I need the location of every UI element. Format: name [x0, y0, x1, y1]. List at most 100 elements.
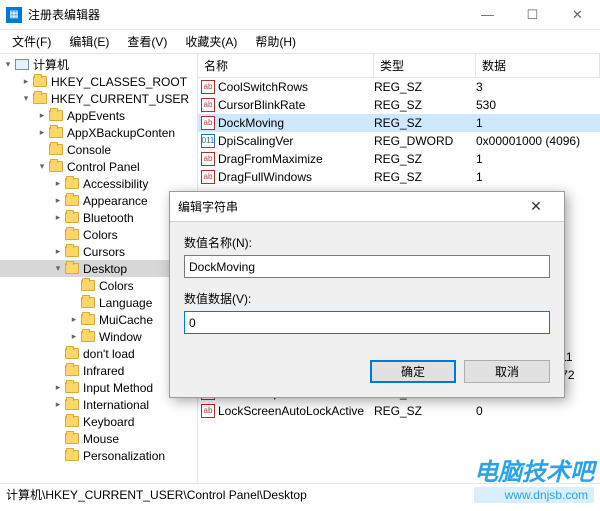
tree-item[interactable]: Infrared [0, 362, 197, 379]
tree-item[interactable]: Mouse [0, 430, 197, 447]
minimize-button[interactable]: — [465, 0, 510, 29]
expand-icon[interactable]: ▸ [36, 110, 48, 121]
tree-item[interactable]: ▸Bluetooth [0, 209, 197, 226]
folder-icon [64, 415, 79, 428]
tree-item[interactable]: Personalization [0, 447, 197, 464]
folder-icon [64, 347, 79, 360]
cancel-button[interactable]: 取消 [464, 360, 550, 383]
list-row[interactable]: abCoolSwitchRowsREG_SZ3 [198, 78, 600, 96]
menu-file[interactable]: 文件(F) [4, 31, 59, 52]
folder-icon [64, 228, 79, 241]
cell-name: CursorBlinkRate [218, 98, 374, 112]
menu-favorites[interactable]: 收藏夹(A) [177, 31, 245, 52]
tree-item[interactable]: ▾ Control Panel [0, 158, 197, 175]
cell-name: CoolSwitchRows [218, 80, 374, 94]
list-row[interactable]: abDockMovingREG_SZ1 [198, 114, 600, 132]
cell-name: DpiScalingVer [218, 134, 374, 148]
expand-icon[interactable]: ▸ [68, 314, 80, 325]
folder-icon [64, 245, 79, 258]
col-name[interactable]: 名称 [198, 54, 374, 77]
tree-item[interactable]: Keyboard [0, 413, 197, 430]
tree-item[interactable]: ▸Accessibility [0, 175, 197, 192]
cell-data: 530 [476, 98, 600, 112]
tree-label: Cursors [81, 245, 127, 259]
menu-view[interactable]: 查看(V) [119, 31, 175, 52]
ok-button[interactable]: 确定 [370, 360, 456, 383]
expand-icon[interactable]: ▾ [20, 93, 32, 104]
tree-item[interactable]: ▾Desktop [0, 260, 197, 277]
maximize-button[interactable]: ☐ [510, 0, 555, 29]
folder-icon [64, 194, 79, 207]
list-row[interactable]: 011DpiScalingVerREG_DWORD0x00001000 (409… [198, 132, 600, 150]
computer-icon [14, 58, 29, 71]
tree-item[interactable]: ▸ Cursors [0, 243, 197, 260]
tree-item[interactable]: ▸ AppXBackupConten [0, 124, 197, 141]
expand-icon[interactable]: ▸ [68, 331, 80, 342]
cell-type: REG_SZ [374, 116, 476, 130]
value-data-field[interactable] [184, 311, 550, 334]
folder-icon [48, 109, 63, 122]
list-row[interactable]: abCursorBlinkRateREG_SZ530 [198, 96, 600, 114]
tree-item[interactable]: ▸HKEY_CLASSES_ROOT [0, 73, 197, 90]
tree-item[interactable]: ▸MuiCache [0, 311, 197, 328]
expand-icon[interactable]: ▾ [36, 161, 48, 172]
folder-icon [32, 92, 47, 105]
tree-item[interactable]: Colors [0, 226, 197, 243]
close-button[interactable]: ✕ [555, 0, 600, 29]
list-row[interactable]: abDragFullWindowsREG_SZ1 [198, 168, 600, 186]
expand-icon[interactable]: ▸ [52, 178, 64, 189]
dialog-titlebar[interactable]: 编辑字符串 ✕ [170, 192, 564, 222]
col-type[interactable]: 类型 [374, 54, 476, 77]
tree-item[interactable]: ▸Input Method [0, 379, 197, 396]
menu-help[interactable]: 帮助(H) [247, 31, 304, 52]
tree-item[interactable]: Console [0, 141, 197, 158]
folder-icon [64, 364, 79, 377]
tree-label: AppXBackupConten [65, 126, 177, 140]
dword-icon: 011 [201, 134, 215, 148]
dialog-close-button[interactable]: ✕ [516, 192, 556, 221]
tree-label: 计算机 [31, 56, 71, 73]
col-data[interactable]: 数据 [476, 54, 600, 77]
dialog-title: 编辑字符串 [178, 198, 516, 215]
tree-item[interactable]: ▾HKEY_CURRENT_USER [0, 90, 197, 107]
cell-data: 1 [476, 152, 600, 166]
dialog-body: 数值名称(N): 数值数据(V): [170, 222, 564, 360]
tree-item[interactable]: ▸AppEvents [0, 107, 197, 124]
cell-name: DockMoving [218, 116, 374, 130]
expand-icon[interactable]: ▸ [52, 246, 64, 257]
folder-icon [64, 432, 79, 445]
edit-string-dialog: 编辑字符串 ✕ 数值名称(N): 数值数据(V): 确定 取消 [169, 191, 565, 398]
tree-root[interactable]: ▾ 计算机 [0, 56, 197, 73]
expand-icon[interactable]: ▸ [20, 76, 32, 87]
tree-label: Colors [81, 228, 120, 242]
tree-label: Appearance [81, 194, 150, 208]
tree-item[interactable]: ▸Window [0, 328, 197, 345]
tree-item[interactable]: ▸ Appearance [0, 192, 197, 209]
expand-icon[interactable]: ▸ [52, 212, 64, 223]
list-row[interactable]: abLockScreenAutoLockActiveREG_SZ0 [198, 402, 600, 420]
tree-label: Language [97, 296, 154, 310]
folder-icon [64, 262, 79, 275]
tree-item[interactable]: Colors [0, 277, 197, 294]
string-icon: ab [201, 80, 215, 94]
window-titlebar: ▦ 注册表编辑器 — ☐ ✕ [0, 0, 600, 30]
cell-type: REG_SZ [374, 404, 476, 418]
expand-icon[interactable]: ▾ [52, 263, 64, 274]
tree-label: Control Panel [65, 160, 142, 174]
tree-item[interactable]: Language [0, 294, 197, 311]
expand-icon[interactable]: ▸ [36, 127, 48, 138]
expand-icon[interactable]: ▾ [2, 59, 14, 70]
expand-icon[interactable]: ▸ [52, 399, 64, 410]
menu-edit[interactable]: 编辑(E) [61, 31, 117, 52]
cell-data: 3 [476, 80, 600, 94]
value-name-field[interactable] [184, 255, 550, 278]
expand-icon[interactable]: ▸ [52, 382, 64, 393]
expand-icon[interactable]: ▸ [52, 195, 64, 206]
tree-item[interactable]: ▸ International [0, 396, 197, 413]
tree-label: International [81, 398, 151, 412]
cell-name: DragFullWindows [218, 170, 374, 184]
folder-icon [80, 296, 95, 309]
tree-item[interactable]: don't load [0, 345, 197, 362]
tree-label: Infrared [81, 364, 126, 378]
list-row[interactable]: abDragFromMaximizeREG_SZ1 [198, 150, 600, 168]
